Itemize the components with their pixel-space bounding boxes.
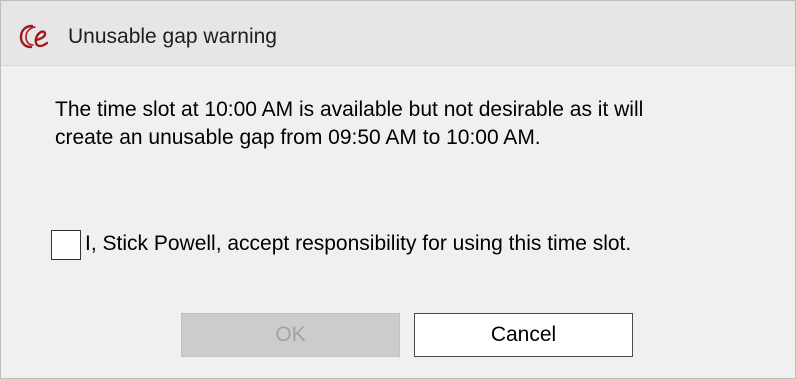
dialog-title-bar: Unusable gap warning <box>1 1 795 66</box>
unusable-gap-warning-dialog: Unusable gap warning The time slot at 10… <box>0 0 796 379</box>
warning-message-line-1: The time slot at 10:00 AM is available b… <box>55 98 644 121</box>
ok-button[interactable]: OK <box>181 313 400 357</box>
dialog-title: Unusable gap warning <box>68 25 277 48</box>
cancel-button[interactable]: Cancel <box>414 313 633 357</box>
warning-message-line-2: create an unusable gap from 09:50 AM to … <box>55 126 541 149</box>
accept-responsibility-checkbox[interactable] <box>51 230 81 260</box>
ce-logo-icon <box>19 24 49 49</box>
warning-message: The time slot at 10:00 AM is available b… <box>55 96 775 152</box>
accept-responsibility-label[interactable]: I, Stick Powell, accept responsibility f… <box>85 232 631 256</box>
